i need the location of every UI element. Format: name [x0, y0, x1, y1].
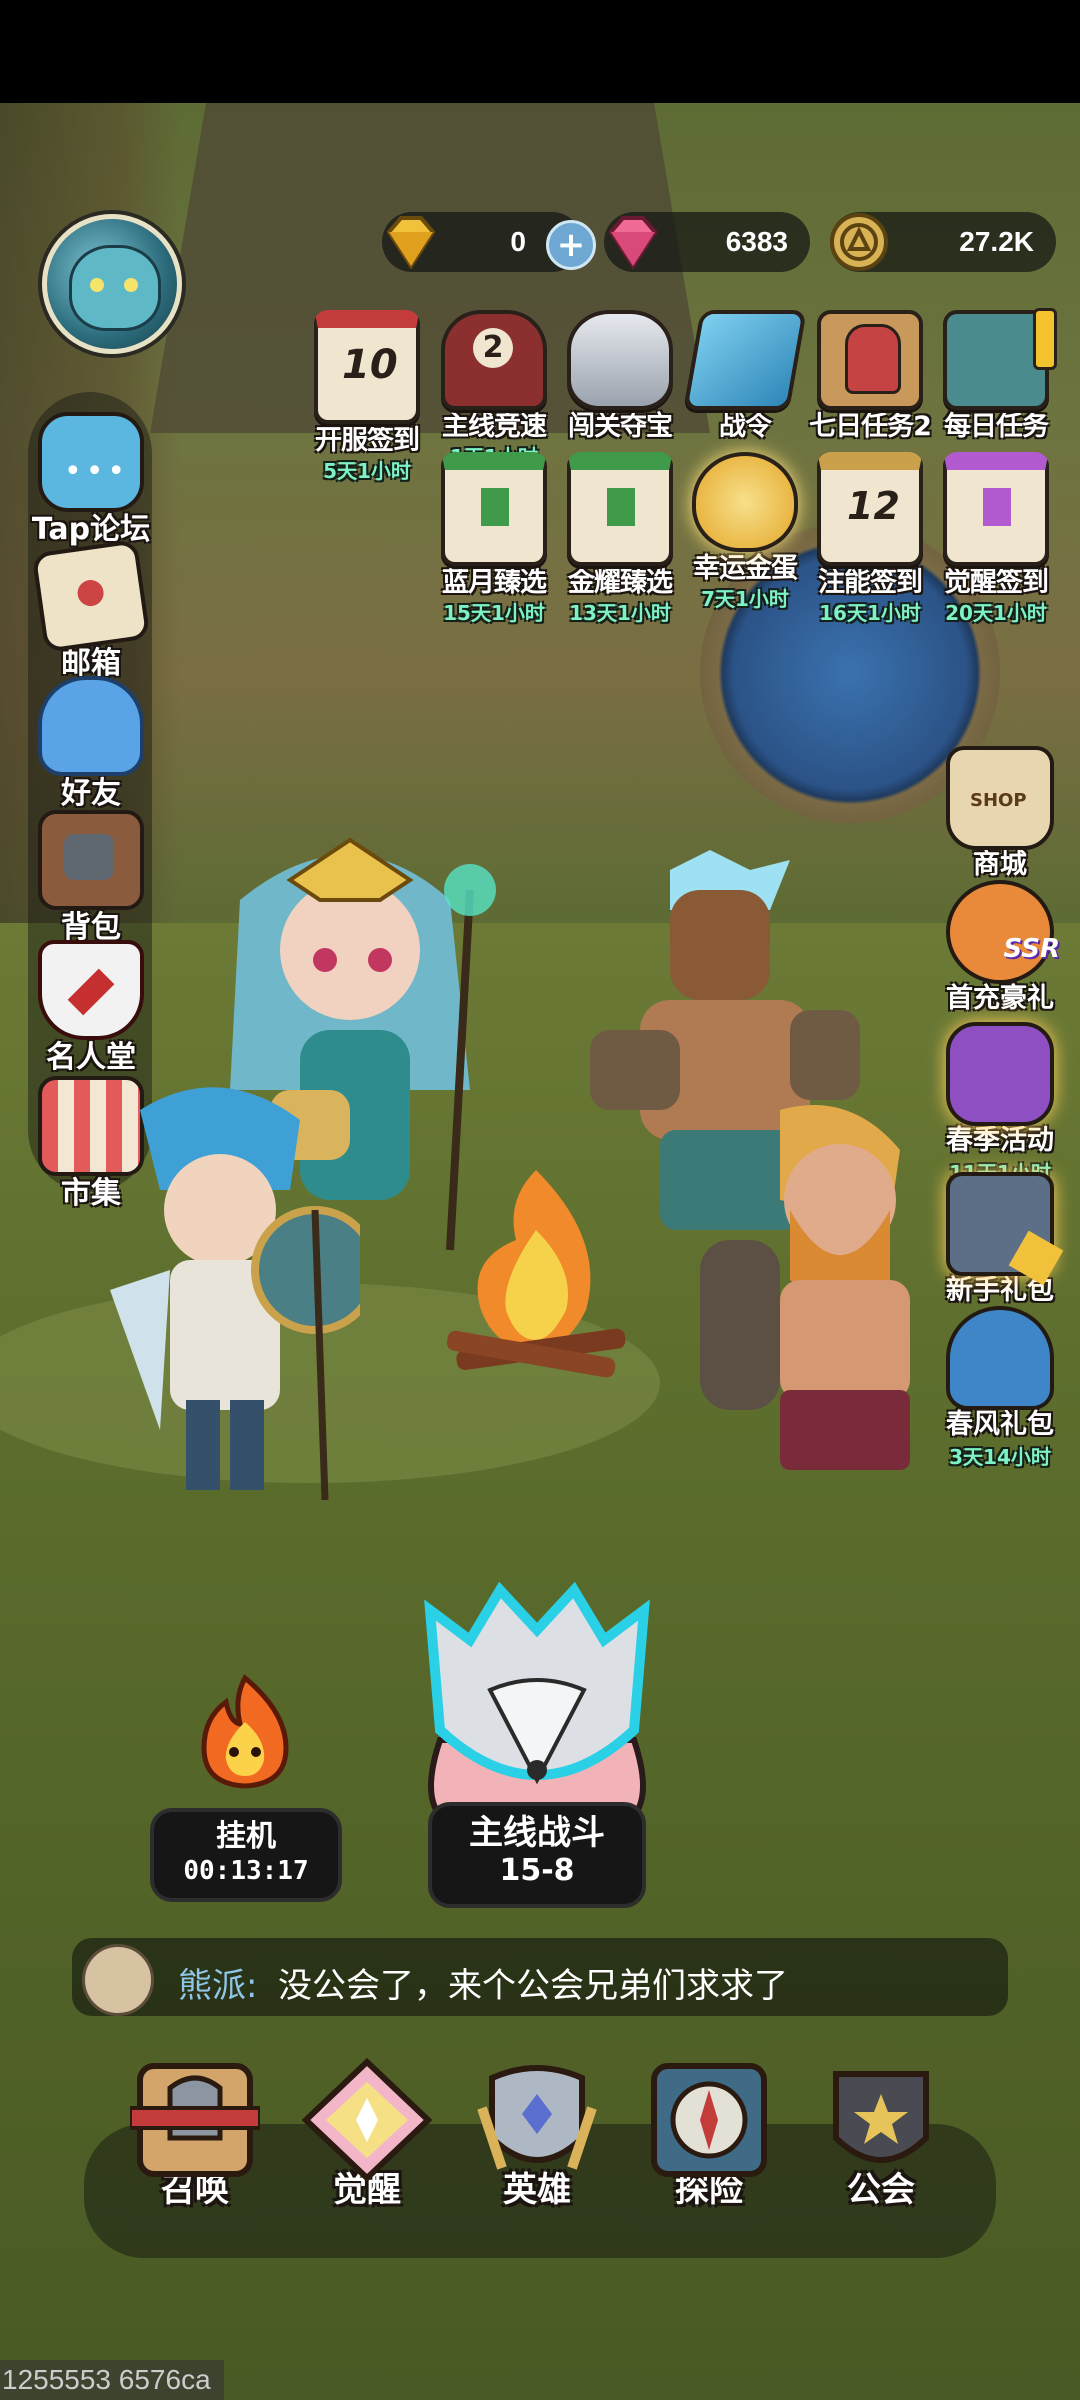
world-chat-bar[interactable]: 熊派: 没公会了，来个公会兄弟们求求了 — [72, 1938, 1008, 2016]
add-gem-button[interactable]: + — [546, 220, 596, 270]
event-server-signin[interactable]: 10 开服签到 5天1小时 — [305, 310, 429, 484]
explore-icon — [644, 2058, 774, 2182]
hero-icon — [472, 2058, 602, 2182]
calendar-icon: 10 — [314, 310, 420, 424]
summon-icon — [128, 2058, 262, 2182]
event-treasure-hunt[interactable]: 闯关夺宝 — [558, 310, 682, 443]
nav-heroes[interactable]: 英雄 — [462, 2058, 612, 2211]
event-seven-day-quest[interactable]: 七日任务2 — [808, 310, 932, 443]
nav-summon[interactable]: 召唤 — [120, 2058, 270, 2211]
shopping-bag-icon: SHOP — [946, 746, 1054, 850]
pink-gem-icon — [598, 208, 668, 276]
shield-crest-icon — [38, 940, 144, 1040]
golden-egg-icon — [692, 452, 798, 552]
hall-of-fame-button[interactable]: 名人堂 — [16, 940, 166, 1076]
pink-gem-currency: 6383 — [604, 212, 810, 272]
shop-button[interactable]: SHOP 商城 — [932, 746, 1068, 881]
trophy-icon: 2 — [441, 310, 547, 410]
nav-explore[interactable]: 探险 — [634, 2058, 784, 2211]
spring-breeze-pack-button[interactable]: 春风礼包 3天14小时 — [932, 1306, 1068, 1470]
gold-gem-currency: 0 + — [382, 212, 596, 272]
event-battle-pass[interactable]: 战令 — [683, 310, 807, 443]
pink-gem-value: 6383 — [725, 226, 788, 257]
nav-awaken[interactable]: 觉醒 — [292, 2057, 442, 2211]
calendar-gold-icon: 12 — [817, 452, 923, 566]
gift-pack-icon — [946, 1172, 1064, 1286]
calendar-green-icon — [567, 452, 673, 566]
chat-avatar — [82, 1944, 154, 2016]
event-awaken-signin[interactable]: 觉醒签到 20天1小时 — [934, 452, 1058, 626]
chat-bubble-icon: ••• — [38, 412, 144, 512]
calendar-green-icon — [441, 452, 547, 566]
blue-gift-icon — [946, 1306, 1054, 1410]
spring-event-button[interactable]: 春季活动 11天1小时 — [932, 1022, 1068, 1186]
gold-gem-value: 0 — [510, 226, 526, 257]
event-infuse-signin[interactable]: 12 注能签到 16天1小时 — [808, 452, 932, 626]
newbie-pack-button[interactable]: 新手礼包 — [932, 1172, 1068, 1307]
event-blue-moon[interactable]: 蓝月臻选 15天1小时 — [432, 452, 556, 626]
main-battle-button[interactable]: 主线战斗 15-8 — [428, 1802, 646, 1908]
first-recharge-button[interactable]: SSR 首充豪礼 — [932, 880, 1068, 1015]
gold-gem-icon — [376, 208, 446, 276]
backpack-button[interactable]: 背包 — [16, 810, 166, 946]
purple-gift-icon — [946, 1022, 1054, 1126]
tap-forum-button[interactable]: ••• Tap论坛 — [16, 412, 166, 548]
helmet-book-icon — [817, 310, 923, 410]
event-daily-quest[interactable]: 每日任务 — [934, 308, 1058, 443]
friends-icon — [38, 676, 144, 776]
battle-pass-icon — [683, 310, 807, 410]
chat-message: 没公会了，来个公会兄弟们求求了 — [278, 1966, 788, 2006]
battle-stage: 15-8 — [499, 1853, 575, 1888]
hero-bearded-brawler[interactable] — [650, 1100, 950, 1500]
backpack-icon — [38, 810, 144, 910]
chat-sender: 熊派: — [178, 1966, 258, 2006]
debug-overlay-text: 1255553 6576ca — [0, 2360, 224, 2400]
event-golden-select[interactable]: 金耀臻选 13天1小时 — [558, 452, 682, 626]
event-lucky-egg[interactable]: 幸运金蛋 7天1小时 — [683, 452, 807, 612]
coin-icon — [824, 208, 894, 276]
friends-button[interactable]: 好友 — [16, 676, 166, 812]
hero-elf-warrior[interactable] — [100, 1070, 379, 1510]
player-avatar[interactable] — [42, 214, 182, 354]
guild-icon — [816, 2058, 946, 2182]
calendar-purple-icon — [943, 452, 1049, 566]
coin-currency: 27.2K — [830, 212, 1056, 272]
idle-fire-icon[interactable] — [186, 1672, 304, 1792]
tiger-icon: SSR — [946, 880, 1060, 984]
mailbox-button[interactable]: 邮箱 — [16, 539, 166, 682]
awaken-icon — [301, 2057, 433, 2183]
nav-guild[interactable]: 公会 — [806, 2058, 956, 2211]
event-main-race[interactable]: 2 主线竞速 1天1小时 — [432, 310, 556, 470]
envelope-icon — [31, 539, 151, 653]
quest-book-icon — [943, 308, 1057, 410]
campfire — [436, 1160, 636, 1380]
coin-value: 27.2K — [959, 226, 1034, 257]
wolf-crest-icon — [567, 310, 673, 410]
idle-rewards-button[interactable]: 挂机 00:13:17 — [150, 1808, 342, 1902]
main-battle-crest-icon[interactable] — [410, 1580, 664, 1833]
idle-timer: 00:13:17 — [183, 1856, 309, 1886]
